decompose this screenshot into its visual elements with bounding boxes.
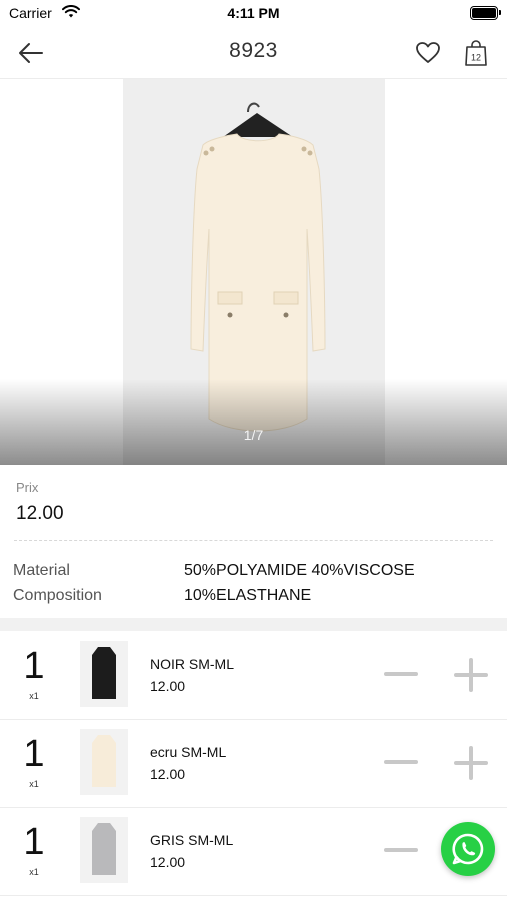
material-label-line2: Composition xyxy=(13,587,102,604)
material-label: Material Composition xyxy=(13,558,163,608)
minus-icon[interactable] xyxy=(384,661,418,687)
material-value-line2: 10%ELASTHANE xyxy=(184,587,312,604)
nav-bar: 8923 12 xyxy=(0,28,507,79)
product-gallery[interactable]: 1/7 xyxy=(0,79,507,465)
variant-dress-shape xyxy=(92,735,116,787)
quantity-value: 1 xyxy=(23,821,45,863)
quantity-value: 1 xyxy=(23,733,45,775)
variant-thumbnail[interactable] xyxy=(80,817,128,883)
material-value: 50%POLYAMIDE 40%VISCOSE 10%ELASTHANE xyxy=(184,558,484,608)
status-bar: Carrier 4:11 PM xyxy=(0,0,507,28)
gallery-shade xyxy=(0,379,507,465)
gallery-counter: 1/7 xyxy=(243,427,264,443)
variant-name: NOIR SM-ML xyxy=(150,656,234,672)
cart-count-badge: 12 xyxy=(471,53,481,63)
plus-icon[interactable] xyxy=(454,658,488,692)
variant-price: 12.00 xyxy=(150,678,186,694)
variant-row: 1 x1 GRIS SM-ML 12.00 xyxy=(0,807,507,896)
variant-thumbnail[interactable] xyxy=(80,729,128,795)
quantity-value: 1 xyxy=(23,645,45,687)
variant-thumbnail[interactable] xyxy=(80,641,128,707)
whatsapp-icon xyxy=(452,833,484,865)
price-label: Prix xyxy=(16,480,39,495)
variant-name: GRIS SM-ML xyxy=(150,832,234,848)
material-value-line1: 50%POLYAMIDE 40%VISCOSE xyxy=(184,562,415,579)
quantity-unit: x1 xyxy=(29,867,39,877)
material-label-line1: Material xyxy=(13,562,70,579)
variant-dress-shape xyxy=(92,647,116,699)
minus-icon[interactable] xyxy=(384,837,418,863)
section-separator xyxy=(0,618,507,631)
variant-price: 12.00 xyxy=(150,766,186,782)
variant-price: 12.00 xyxy=(150,854,186,870)
variant-row: 1 x1 ecru SM-ML 12.00 xyxy=(0,719,507,808)
shopping-bag-icon[interactable]: 12 xyxy=(464,39,488,67)
status-time: 4:11 PM xyxy=(227,5,280,21)
heart-icon[interactable] xyxy=(415,40,441,66)
variant-dress-shape xyxy=(92,823,116,875)
price-value: 12.00 xyxy=(16,503,64,524)
whatsapp-button[interactable] xyxy=(441,822,495,876)
quantity-unit: x1 xyxy=(29,779,39,789)
battery-icon xyxy=(470,6,501,20)
quantity-unit: x1 xyxy=(29,691,39,701)
plus-icon[interactable] xyxy=(454,746,488,780)
variant-row: 1 x1 NOIR SM-ML 12.00 xyxy=(0,631,507,720)
variant-name: ecru SM-ML xyxy=(150,744,227,760)
divider xyxy=(14,540,493,541)
minus-icon[interactable] xyxy=(384,749,418,775)
